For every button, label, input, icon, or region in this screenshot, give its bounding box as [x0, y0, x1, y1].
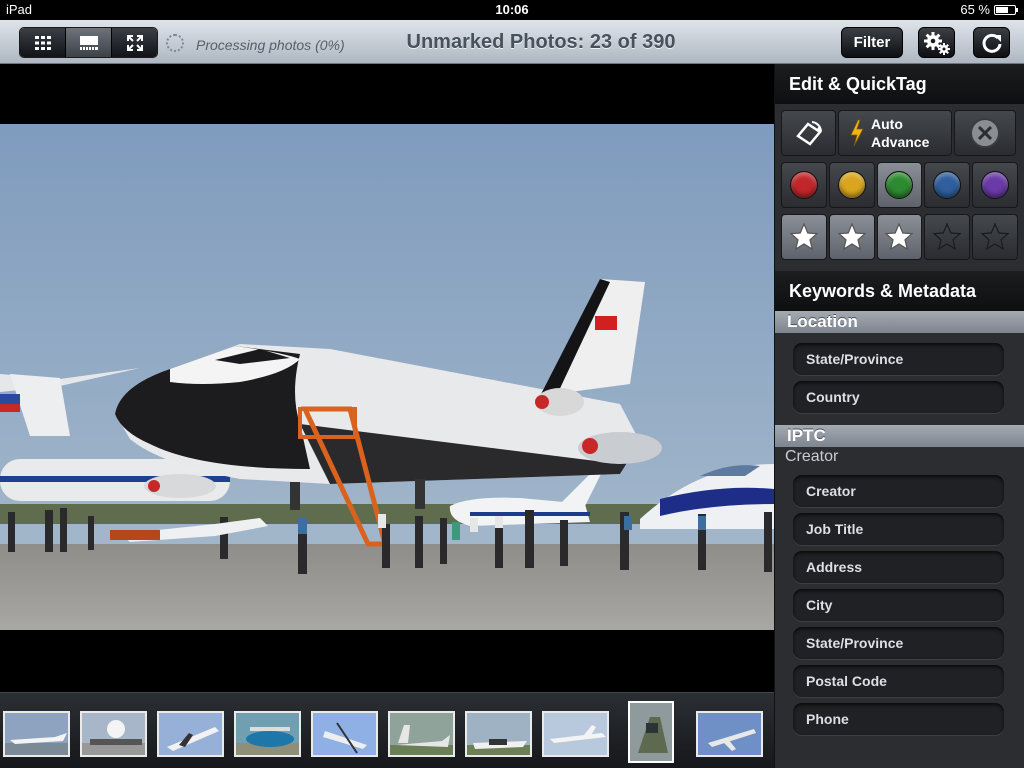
refresh-button[interactable] — [973, 27, 1010, 58]
battery-icon — [994, 4, 1018, 15]
filter-button[interactable]: Filter — [841, 27, 903, 58]
color-dot-icon — [885, 171, 914, 199]
iptc-section-heading: IPTC — [775, 425, 1024, 447]
star-icon — [789, 222, 819, 251]
thumbnail[interactable] — [465, 711, 532, 757]
postal-code-field[interactable]: Postal Code — [793, 665, 1004, 697]
star-rating-row — [775, 211, 1024, 263]
filmstrip[interactable] — [0, 692, 774, 768]
star-icon — [837, 222, 867, 251]
top-toolbar: Processing photos (0%) Unmarked Photos: … — [0, 20, 1024, 64]
auto-advance-label-line2: Advance — [871, 134, 930, 150]
star-icon — [932, 222, 962, 251]
auto-advance-label: Auto Advance — [871, 115, 929, 151]
gears-icon — [923, 31, 950, 55]
address-field[interactable]: Address — [793, 551, 1004, 583]
color-label-button[interactable] — [828, 162, 875, 208]
creator-field[interactable]: Creator — [793, 475, 1004, 507]
close-icon — [970, 118, 1000, 148]
thumbnail[interactable] — [311, 711, 378, 757]
clock: 10:06 — [495, 2, 529, 17]
thumbnail[interactable] — [157, 711, 224, 757]
color-label-button[interactable] — [876, 162, 923, 208]
color-dot-icon — [981, 171, 1010, 199]
rotate-button[interactable] — [781, 110, 836, 156]
photo-viewer[interactable] — [0, 64, 774, 692]
rotate-icon — [795, 121, 822, 146]
star-rating-button[interactable] — [924, 214, 971, 260]
color-label-button[interactable] — [972, 162, 1018, 208]
color-label-button[interactable] — [924, 162, 971, 208]
color-label-row — [775, 159, 1024, 211]
iptc-state-province-field[interactable]: State/Province — [793, 627, 1004, 659]
thumbnail[interactable] — [696, 711, 763, 757]
star-icon — [885, 222, 914, 251]
job-title-field[interactable]: Job Title — [793, 513, 1004, 545]
thumbnail[interactable] — [542, 711, 609, 757]
star-icon — [980, 222, 1010, 251]
quicktag-actions: Auto Advance — [775, 104, 1024, 159]
thumbnail[interactable] — [80, 711, 147, 757]
location-fields: State/Province Country — [775, 333, 1024, 425]
country-field[interactable]: Country — [793, 381, 1004, 413]
color-dot-icon — [837, 171, 866, 199]
star-rating-button[interactable] — [828, 214, 875, 260]
star-rating-button[interactable] — [781, 214, 827, 260]
lightning-icon — [850, 119, 864, 147]
star-rating-button[interactable] — [972, 214, 1018, 260]
main-photo[interactable] — [0, 124, 774, 630]
battery-fill — [996, 6, 1008, 13]
auto-advance-label-line1: Auto — [871, 116, 903, 132]
settings-button[interactable] — [918, 27, 955, 58]
color-dot-icon — [933, 171, 962, 199]
auto-advance-button[interactable]: Auto Advance — [838, 110, 952, 156]
status-bar: iPad 10:06 65 % — [0, 0, 1024, 20]
clear-tags-button[interactable] — [954, 110, 1016, 156]
star-rating-button[interactable] — [876, 214, 923, 260]
edit-panel: Edit & QuickTag Auto Advance Keywords & … — [774, 64, 1024, 768]
phone-field[interactable]: Phone — [793, 703, 1004, 735]
thumbnail[interactable] — [234, 711, 301, 757]
thumbnail-selected[interactable] — [628, 701, 674, 763]
color-label-button[interactable] — [781, 162, 827, 208]
battery-percent: 65 % — [960, 2, 990, 17]
iptc-fields: Creator Job Title Address City State/Pro… — [775, 475, 1024, 735]
refresh-icon — [982, 33, 1001, 53]
creator-subheading: Creator — [785, 448, 839, 465]
state-province-field[interactable]: State/Province — [793, 343, 1004, 375]
city-field[interactable]: City — [793, 589, 1004, 621]
battery-status: 65 % — [960, 2, 1018, 17]
edit-quicktag-heading: Edit & QuickTag — [775, 64, 1024, 104]
thumbnail[interactable] — [3, 711, 70, 757]
location-section-heading: Location — [775, 311, 1024, 333]
color-dot-icon — [789, 171, 818, 199]
thumbnail[interactable] — [388, 711, 455, 757]
keywords-metadata-heading: Keywords & Metadata — [775, 271, 1024, 311]
